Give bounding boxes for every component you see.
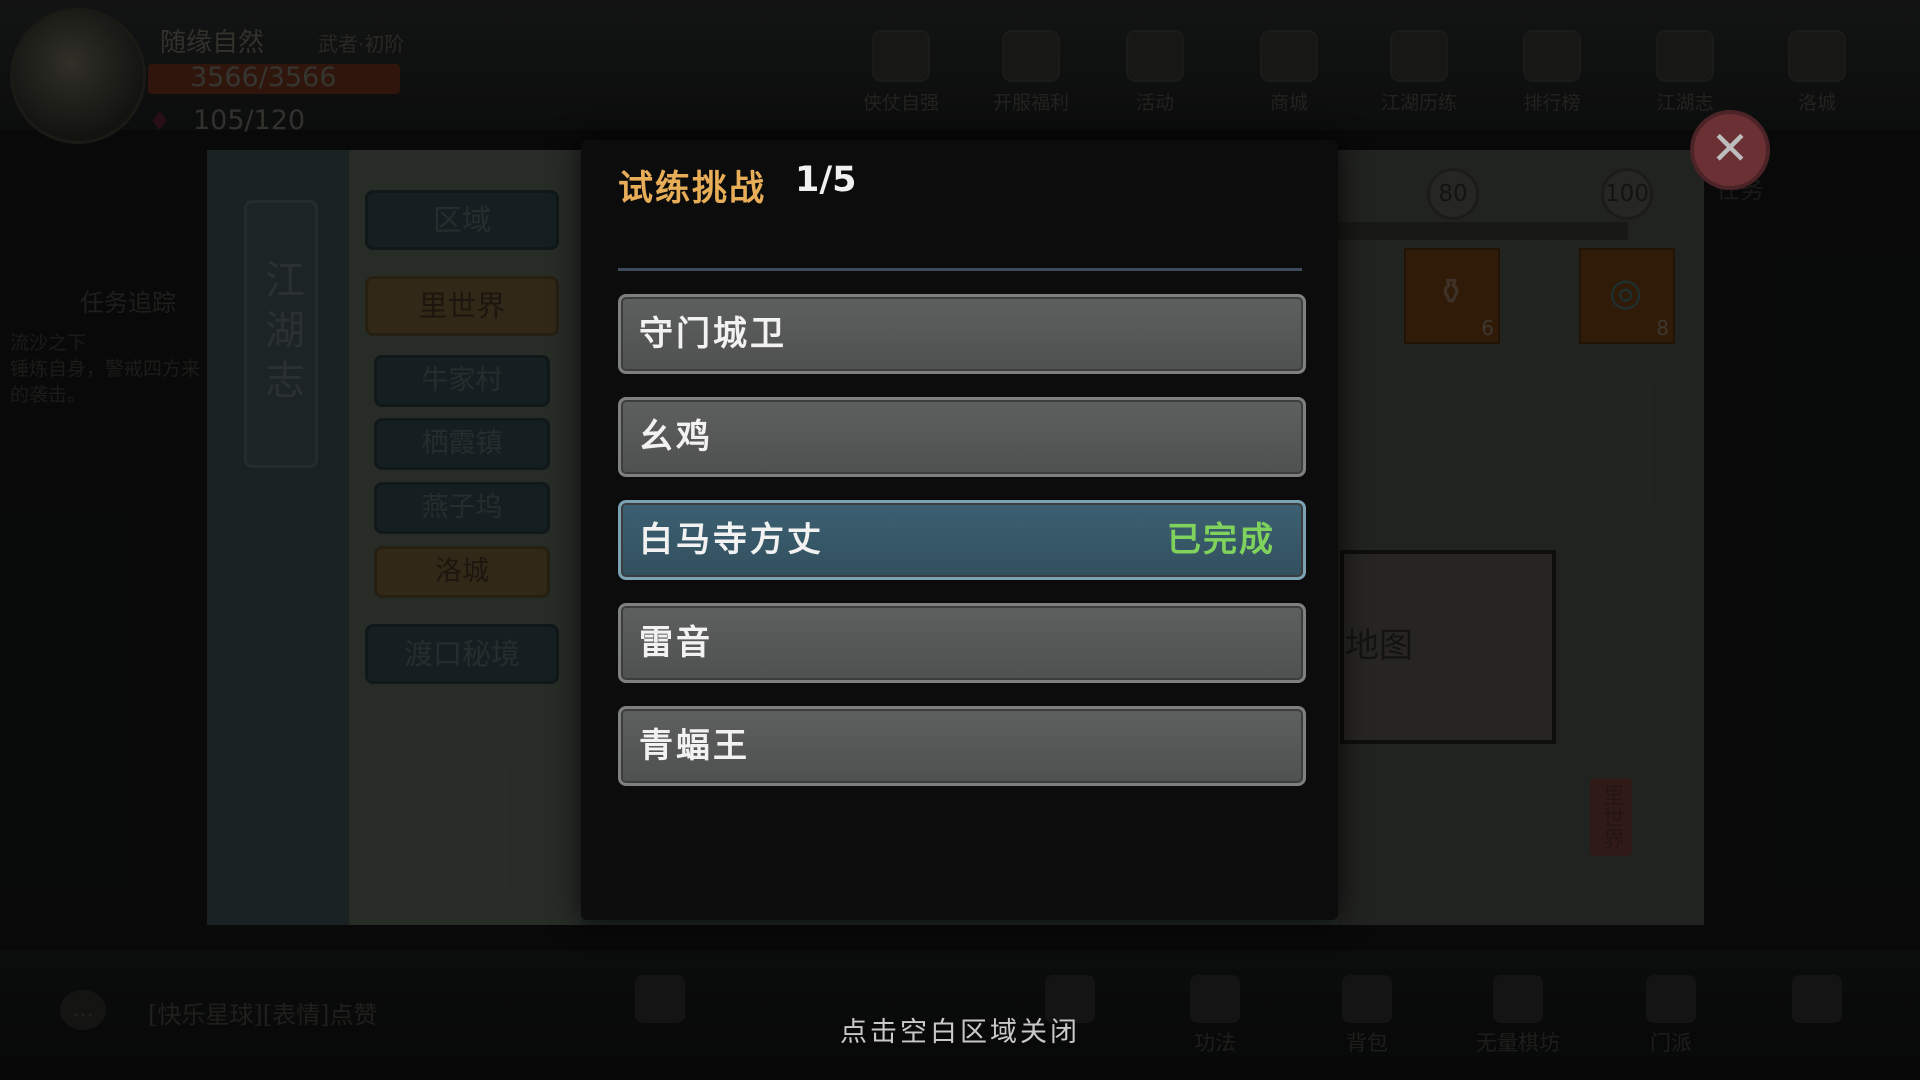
nav-ferry-secret-realm[interactable]: 渡口秘境 — [365, 624, 559, 684]
challenge-item[interactable]: 守门城卫 — [618, 294, 1306, 374]
top-menu-item[interactable]: 商城 — [1234, 30, 1344, 115]
reward-potion[interactable]: ⚱ 6 — [1404, 248, 1500, 344]
training-icon — [1390, 30, 1448, 82]
nav-luo-city[interactable]: 洛城 — [374, 546, 550, 598]
quest-tracker-title: 任务追踪 — [80, 289, 176, 317]
progress-track — [1338, 222, 1628, 240]
player-name: 随缘自然 — [160, 28, 265, 58]
map-label: 地图 — [1345, 626, 1413, 666]
challenge-name: 守门城卫 — [639, 314, 787, 354]
close-button[interactable]: ✕ — [1690, 110, 1770, 190]
milestone-marker: 80 — [1427, 168, 1479, 220]
nav-niujia-village[interactable]: 牛家村 — [374, 355, 550, 407]
nav-inner-world[interactable]: 里世界 — [365, 276, 559, 336]
modal-title: 试练挑战 — [618, 168, 767, 209]
journal-nav — [349, 150, 581, 925]
top-menu-item[interactable]: 洛城 — [1762, 30, 1872, 115]
top-menu-item[interactable]: 活动 — [1100, 30, 1210, 115]
reward-jade[interactable]: ◎ 8 — [1579, 248, 1675, 344]
event-icon — [1126, 30, 1184, 82]
top-menu-item[interactable]: 开服福利 — [976, 30, 1086, 115]
stamina-value: 105/120 — [193, 105, 306, 136]
quest-tracker[interactable]: 任务追踪 流沙之下 锤炼自身，警戒四方来的袭击。 — [10, 290, 200, 408]
challenge-progress: 1/5 — [795, 160, 857, 200]
top-menu-item[interactable]: 侠仗自强 — [846, 30, 956, 115]
challenge-name: 雷音 — [639, 623, 713, 663]
challenge-name: 白马寺方丈 — [639, 520, 824, 560]
top-menu-item[interactable]: 江湖志 — [1630, 30, 1740, 115]
shop-icon — [1260, 30, 1318, 82]
gift-icon — [872, 30, 930, 82]
hp-value: 3566/3566 — [190, 62, 337, 93]
journal-icon — [1656, 30, 1714, 82]
reward-count: 6 — [1481, 316, 1494, 340]
player-rank: 武者·初阶 — [318, 32, 405, 56]
top-menu-item[interactable]: 江湖历练 — [1364, 30, 1474, 115]
chest-icon — [1002, 30, 1060, 82]
player-avatar[interactable] — [10, 8, 146, 144]
journal-title: 江湖志 — [244, 200, 318, 468]
challenge-item[interactable]: 雷音 — [618, 603, 1306, 683]
ranking-icon — [1523, 30, 1581, 82]
city-icon — [1788, 30, 1846, 82]
jade-icon: ◎ — [1609, 270, 1643, 314]
inner-world-seal: 里世界 — [1590, 778, 1632, 856]
challenge-name: 幺鸡 — [639, 417, 713, 457]
milestone-marker: 100 — [1601, 168, 1653, 220]
quest-tracker-text: 流沙之下 锤炼自身，警戒四方来的袭击。 — [10, 332, 201, 406]
reward-count: 8 — [1656, 316, 1669, 340]
close-hint: 点击空白区域关闭 — [840, 1017, 1080, 1048]
challenge-item[interactable]: 青蝠王 — [618, 706, 1306, 786]
challenge-status: 已完成 — [1167, 520, 1275, 560]
nav-qixia-town[interactable]: 栖霞镇 — [374, 418, 550, 470]
top-menu-item[interactable]: 排行榜 — [1497, 30, 1607, 115]
modal-divider — [618, 268, 1302, 271]
nav-yanziwu[interactable]: 燕子坞 — [374, 482, 550, 534]
stamina-icon: ♦ — [148, 107, 172, 137]
potion-icon: ⚱ — [1436, 272, 1467, 313]
nav-region[interactable]: 区域 — [365, 190, 559, 250]
challenge-item-completed[interactable]: 白马寺方丈 已完成 — [618, 500, 1306, 580]
challenge-name: 青蝠王 — [639, 726, 750, 766]
challenge-item[interactable]: 幺鸡 — [618, 397, 1306, 477]
